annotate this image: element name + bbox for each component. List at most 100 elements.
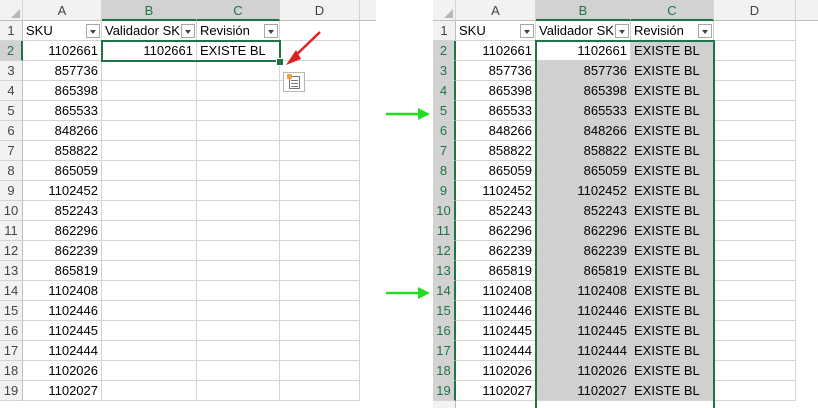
cell[interactable] xyxy=(714,181,796,201)
sku-cell[interactable]: 858822 xyxy=(23,141,102,161)
revision-cell[interactable]: EXISTE BL xyxy=(631,201,714,221)
revision-cell[interactable]: EXISTE BL xyxy=(631,121,714,141)
revision-cell[interactable] xyxy=(197,361,280,381)
cell[interactable] xyxy=(714,301,796,321)
revision-cell[interactable]: EXISTE BL xyxy=(631,161,714,181)
revision-cell[interactable] xyxy=(197,261,280,281)
validador-cell[interactable]: 1102027 xyxy=(536,381,631,401)
revision-cell[interactable]: EXISTE BL xyxy=(631,301,714,321)
row-header[interactable]: 3 xyxy=(433,61,456,81)
validador-cell[interactable]: 862239 xyxy=(536,241,631,261)
row-header[interactable]: 13 xyxy=(433,261,456,281)
sku-cell[interactable]: 852243 xyxy=(456,201,536,221)
cell[interactable] xyxy=(280,21,360,41)
validador-cell[interactable]: 858822 xyxy=(536,141,631,161)
filter-dropdown-icon[interactable] xyxy=(86,24,100,38)
revision-cell[interactable] xyxy=(197,301,280,321)
sku-cell[interactable]: 1102027 xyxy=(456,381,536,401)
cell[interactable] xyxy=(280,321,360,341)
cell[interactable] xyxy=(280,41,360,61)
cell[interactable] xyxy=(714,61,796,81)
filter-dropdown-icon[interactable] xyxy=(615,24,629,38)
cell[interactable] xyxy=(280,161,360,181)
row-header[interactable]: 10 xyxy=(433,201,456,221)
cell[interactable] xyxy=(714,41,796,61)
validador-cell[interactable] xyxy=(102,201,197,221)
revision-cell[interactable]: EXISTE BL xyxy=(631,361,714,381)
sku-cell[interactable]: 865398 xyxy=(23,81,102,101)
column-header-a[interactable]: A xyxy=(23,0,102,21)
sku-cell[interactable]: 862296 xyxy=(23,221,102,241)
column-header-d[interactable]: D xyxy=(280,0,360,21)
validador-cell[interactable]: 1102445 xyxy=(536,321,631,341)
cell[interactable] xyxy=(714,361,796,381)
validador-cell[interactable] xyxy=(102,181,197,201)
row-header[interactable]: 5 xyxy=(433,101,456,121)
validador-cell[interactable]: 1102661 xyxy=(102,41,197,61)
validador-cell[interactable] xyxy=(102,121,197,141)
column-header-c[interactable]: C xyxy=(631,0,714,21)
revision-cell[interactable] xyxy=(197,321,280,341)
validador-cell[interactable]: 848266 xyxy=(536,121,631,141)
validador-cell[interactable]: 1102444 xyxy=(536,341,631,361)
sku-cell[interactable]: 1102408 xyxy=(23,281,102,301)
revision-cell[interactable]: EXISTE BL xyxy=(631,141,714,161)
row-header[interactable]: 4 xyxy=(433,81,456,101)
select-all-corner[interactable] xyxy=(433,0,456,21)
cell[interactable] xyxy=(280,361,360,381)
row-header[interactable]: 16 xyxy=(0,321,23,341)
revision-cell[interactable] xyxy=(197,241,280,261)
revision-cell[interactable] xyxy=(197,381,280,401)
cell[interactable] xyxy=(714,101,796,121)
cell[interactable] xyxy=(280,341,360,361)
validador-cell[interactable]: 1102661 xyxy=(536,41,631,61)
sku-cell[interactable]: 865059 xyxy=(456,161,536,181)
cell[interactable] xyxy=(714,281,796,301)
row-header[interactable]: 11 xyxy=(0,221,23,241)
row-header[interactable] xyxy=(433,401,456,408)
row-header[interactable]: 1 xyxy=(433,21,456,41)
sku-cell[interactable]: 1102445 xyxy=(456,321,536,341)
revision-cell[interactable]: EXISTE BL xyxy=(631,381,714,401)
cell[interactable] xyxy=(280,301,360,321)
cell[interactable] xyxy=(280,181,360,201)
validador-cell[interactable]: 862296 xyxy=(536,221,631,241)
sku-cell[interactable]: 862239 xyxy=(23,241,102,261)
sku-cell[interactable]: 857736 xyxy=(23,61,102,81)
sku-cell[interactable]: 1102452 xyxy=(456,181,536,201)
revision-cell[interactable]: EXISTE BL xyxy=(631,321,714,341)
filter-dropdown-icon[interactable] xyxy=(520,24,534,38)
validador-cell[interactable]: 1102446 xyxy=(536,301,631,321)
column-header-b[interactable]: B xyxy=(536,0,631,21)
validador-cell[interactable] xyxy=(102,301,197,321)
validador-cell[interactable]: 865819 xyxy=(536,261,631,281)
revision-cell[interactable] xyxy=(197,101,280,121)
revision-cell[interactable]: EXISTE BL xyxy=(631,61,714,81)
sku-cell[interactable]: 1102452 xyxy=(23,181,102,201)
row-header[interactable]: 17 xyxy=(0,341,23,361)
sku-cell[interactable]: 1102408 xyxy=(456,281,536,301)
sku-cell[interactable]: 852243 xyxy=(23,201,102,221)
revision-cell[interactable] xyxy=(197,81,280,101)
validador-cell[interactable] xyxy=(102,101,197,121)
validador-cell[interactable]: 1102408 xyxy=(536,281,631,301)
row-header[interactable]: 17 xyxy=(433,341,456,361)
row-header[interactable]: 2 xyxy=(0,41,23,61)
row-header[interactable]: 8 xyxy=(433,161,456,181)
filter-dropdown-icon[interactable] xyxy=(698,24,712,38)
revision-cell[interactable]: EXISTE BL xyxy=(631,281,714,301)
select-all-corner[interactable] xyxy=(0,0,23,21)
row-header[interactable]: 7 xyxy=(0,141,23,161)
validador-cell[interactable] xyxy=(102,281,197,301)
validador-cell[interactable]: 1102026 xyxy=(536,361,631,381)
sku-cell[interactable]: 865398 xyxy=(456,81,536,101)
revision-cell[interactable]: EXISTE BL xyxy=(631,181,714,201)
revision-cell[interactable]: EXISTE BL xyxy=(631,241,714,261)
validador-cell[interactable]: 857736 xyxy=(536,61,631,81)
validador-cell[interactable] xyxy=(102,261,197,281)
validador-cell[interactable] xyxy=(102,161,197,181)
sku-cell[interactable]: 1102661 xyxy=(23,41,102,61)
revision-cell[interactable] xyxy=(197,281,280,301)
validador-cell[interactable] xyxy=(102,361,197,381)
revision-cell[interactable] xyxy=(197,161,280,181)
